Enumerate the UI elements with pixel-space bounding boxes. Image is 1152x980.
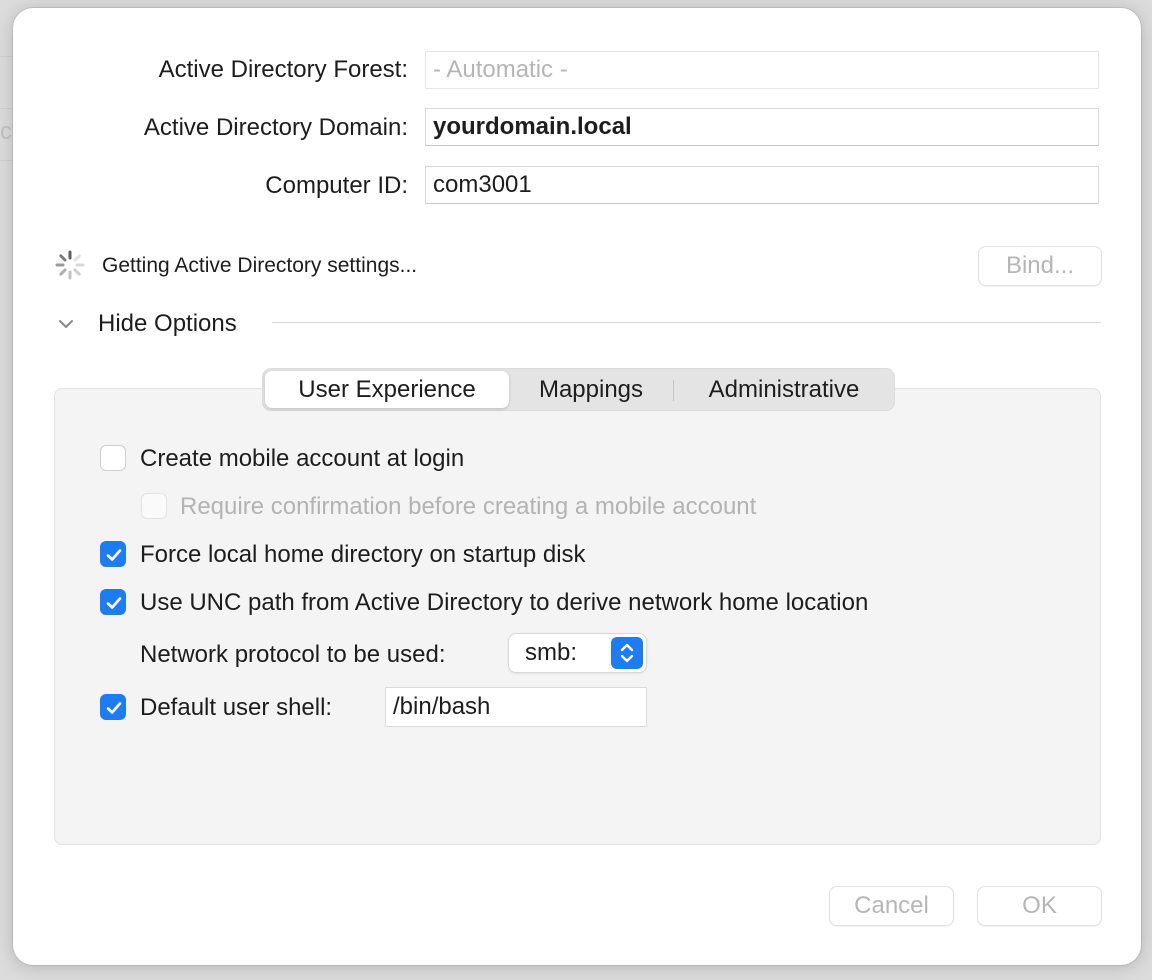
chevron-down-icon[interactable] xyxy=(55,313,77,335)
checkmark-icon xyxy=(106,702,122,714)
forest-field[interactable]: - Automatic - xyxy=(425,51,1099,89)
checkmark-icon xyxy=(106,597,122,609)
require-confirmation-checkbox[interactable] xyxy=(141,493,167,519)
default-shell-field[interactable]: /bin/bash xyxy=(385,687,647,727)
domain-field[interactable]: yourdomain.local xyxy=(425,108,1099,146)
options-divider xyxy=(272,322,1101,323)
hide-options-toggle[interactable]: Hide Options xyxy=(98,309,237,339)
use-unc-path-label: Use UNC path from Active Directory to de… xyxy=(140,589,869,616)
up-down-arrows-icon xyxy=(611,637,643,669)
force-local-home-label: Force local home directory on startup di… xyxy=(140,541,586,568)
status-text: Getting Active Directory settings... xyxy=(102,254,418,277)
computer-id-label: Computer ID: xyxy=(265,172,408,199)
create-mobile-account-label: Create mobile account at login xyxy=(140,445,465,472)
domain-label: Active Directory Domain: xyxy=(143,114,408,141)
computer-id-field[interactable]: com3001 xyxy=(425,166,1099,204)
ok-button[interactable]: OK xyxy=(977,886,1102,926)
checkmark-icon xyxy=(106,549,122,561)
cancel-button[interactable]: Cancel xyxy=(829,886,954,926)
default-shell-checkbox[interactable] xyxy=(100,694,126,720)
require-confirmation-label: Require confirmation before creating a m… xyxy=(180,493,757,520)
default-shell-label: Default user shell: xyxy=(140,694,333,721)
tab-mappings[interactable]: Mappings xyxy=(515,371,667,408)
forest-label: Active Directory Forest: xyxy=(158,56,408,83)
tab-separator xyxy=(673,380,674,401)
use-unc-path-checkbox[interactable] xyxy=(100,589,126,615)
network-protocol-value: smb: xyxy=(525,639,578,666)
tab-administrative[interactable]: Administrative xyxy=(679,371,889,408)
network-protocol-popup[interactable]: smb: xyxy=(508,633,647,673)
bind-button[interactable]: Bind... xyxy=(978,246,1102,286)
options-tab-bar: User Experience Mappings Administrative xyxy=(262,368,895,411)
network-protocol-label: Network protocol to be used: xyxy=(140,641,446,668)
progress-spinner-icon xyxy=(55,250,85,280)
active-directory-sheet: Active Directory Forest: - Automatic - A… xyxy=(13,8,1141,965)
force-local-home-checkbox[interactable] xyxy=(100,541,126,567)
create-mobile-account-checkbox[interactable] xyxy=(100,445,126,471)
tab-user-experience[interactable]: User Experience xyxy=(265,371,509,408)
